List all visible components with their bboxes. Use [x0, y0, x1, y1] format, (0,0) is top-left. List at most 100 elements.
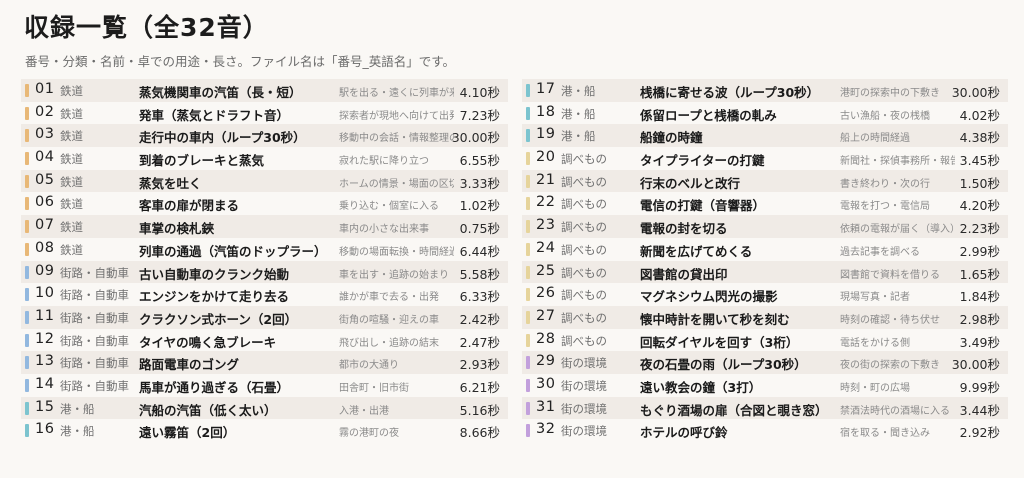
- track-length: 30.00秒: [951, 357, 1000, 373]
- track-number: 13: [35, 353, 55, 370]
- track-row: 26 調べもの マグネシウム閃光の撮影 現場写真・記者 1.84秒: [522, 283, 1008, 306]
- track-length: 2.99秒: [959, 243, 1000, 259]
- track-length: 7.23秒: [459, 107, 500, 123]
- track-length: 9.99秒: [959, 379, 1000, 395]
- track-length: 4.02秒: [959, 107, 1000, 123]
- track-name: タイヤの鳴く急ブレーキ: [139, 334, 277, 350]
- track-category: 街路・自動車: [60, 378, 129, 393]
- category-color-marker: [526, 378, 530, 392]
- track-use: 過去記事を調べる: [840, 246, 920, 258]
- category-color-marker: [25, 356, 29, 370]
- track-use: 港町の探索中の下敷き: [840, 88, 940, 99]
- track-category: 調べもの: [561, 197, 607, 212]
- track-category: 街路・自動車: [60, 288, 129, 303]
- track-name: 客車の扉が閉まる: [139, 198, 240, 214]
- track-category: 街路・自動車: [60, 356, 129, 371]
- category-color-marker: [526, 152, 530, 166]
- track-number: 15: [35, 398, 55, 415]
- track-number: 06: [35, 194, 55, 211]
- track-use: 電話をかける側: [840, 337, 910, 349]
- track-category: 港・船: [561, 106, 596, 121]
- track-column-right: 17 港・船 桟橋に寄せる波（ループ30秒） 港町の探索中の下敷き 30.00秒 18 港・…: [522, 79, 1008, 442]
- track-length: 2.92秒: [959, 425, 1000, 441]
- track-category: 街路・自動車: [60, 265, 129, 280]
- category-color-marker: [25, 197, 29, 211]
- track-length: 5.16秒: [459, 402, 500, 418]
- track-row: 03 鉄道 走行中の車内（ループ30秒） 移動中の会話・情報整理の 30.00秒: [21, 124, 508, 148]
- track-use: 依頼の電報が届く（導入）: [840, 224, 955, 236]
- track-category: 調べもの: [561, 333, 607, 348]
- track-use: 電報を打つ・電信局: [840, 201, 930, 213]
- category-color-marker: [25, 174, 29, 188]
- category-color-marker: [526, 288, 530, 302]
- track-number: 23: [536, 217, 556, 234]
- track-row: 25 調べもの 図書館の貸出印 図書館で資料を借りる 1.65秒: [522, 260, 1008, 284]
- track-length: 6.33秒: [459, 289, 500, 305]
- track-use: 新聞社・探偵事務所・報告: [840, 156, 955, 168]
- track-length: 3.44秒: [959, 402, 1000, 418]
- track-number: 09: [35, 262, 55, 279]
- category-color-marker: [526, 220, 530, 234]
- track-length: 2.98秒: [959, 311, 1000, 327]
- track-use: 書き終わり・次の行: [840, 178, 930, 190]
- track-category: 鉄道: [60, 242, 83, 257]
- track-name: 電報の封を切る: [640, 221, 728, 237]
- track-length: 30.00秒: [451, 130, 500, 146]
- track-use: 入港・出港: [339, 405, 389, 417]
- track-name: タイプライターの打鍵: [640, 153, 765, 169]
- category-color-marker: [526, 333, 530, 347]
- track-name: 電信の打鍵（音響器）: [640, 198, 766, 214]
- track-length: 5.58秒: [459, 266, 500, 282]
- category-color-marker: [25, 333, 29, 347]
- track-use: 寂れた駅に降り立つ: [339, 156, 429, 168]
- track-category: 街の環境: [561, 401, 607, 416]
- track-category: 鉄道: [60, 197, 83, 212]
- track-row: 28 調べもの 回転ダイヤルを回す（3桁） 電話をかける側 3.49秒: [522, 329, 1008, 352]
- track-length: 6.21秒: [459, 379, 500, 395]
- track-use: 時刻の確認・待ち伏せ: [840, 314, 940, 326]
- track-category: 街路・自動車: [60, 310, 129, 325]
- track-use: 現場写真・記者: [840, 292, 910, 304]
- category-color-marker: [526, 197, 530, 211]
- track-number: 05: [35, 171, 55, 188]
- track-category: 調べもの: [561, 242, 607, 257]
- track-length: 1.50秒: [959, 175, 1000, 191]
- track-category: 調べもの: [561, 310, 607, 325]
- track-category: 調べもの: [561, 265, 607, 280]
- track-name: 懐中時計を開いて秒を刻む: [640, 311, 790, 327]
- track-use: 飛び出し・追跡の結末: [339, 337, 439, 349]
- track-row: 07 鉄道 車掌の検札鋏 車内の小さな出来事 0.75秒: [21, 215, 508, 238]
- category-color-marker: [25, 242, 29, 256]
- track-number: 17: [536, 81, 556, 97]
- track-name: 夜の石畳の雨（ループ30秒）: [640, 357, 807, 373]
- track-name: 馬車が通り過ぎる（石畳）: [139, 379, 290, 395]
- category-color-marker: [526, 174, 530, 188]
- track-number: 21: [536, 171, 556, 188]
- track-use: 誰かが車で去る・出発: [339, 292, 439, 304]
- category-color-marker: [25, 106, 29, 120]
- track-length: 1.65秒: [959, 266, 1000, 282]
- track-row: 23 調べもの 電報の封を切る 依頼の電報が届く（導入） 2.23秒: [522, 215, 1008, 238]
- track-name: 列車の通過（汽笛のドップラー）: [139, 243, 327, 259]
- category-color-marker: [25, 424, 29, 438]
- track-row: 13 街路・自動車 路面電車のゴング 都市の大通り 2.93秒: [21, 351, 508, 374]
- track-name: クラクソン式ホーン（2回）: [139, 311, 298, 327]
- track-category: 鉄道: [60, 84, 83, 98]
- track-category: 街の環境: [561, 378, 607, 393]
- track-number: 22: [536, 194, 556, 211]
- track-column-left: 01 鉄道 蒸気機関車の汽笛（長・短） 駅を出る・遠くに列車が来 4.10秒 02 鉄道 発車…: [21, 79, 508, 442]
- track-use: 船上の時間経過: [840, 133, 910, 145]
- track-row: 27 調べもの 懐中時計を開いて秒を刻む 時刻の確認・待ち伏せ 2.98秒: [522, 305, 1008, 329]
- track-number: 27: [536, 307, 556, 324]
- track-row: 18 港・船 係留ロープと桟橋の軋み 古い漁船・夜の桟橋 4.02秒: [522, 102, 1008, 125]
- track-category: 鉄道: [60, 106, 83, 121]
- track-name: 車掌の検札鋏: [139, 221, 215, 237]
- track-name: 新聞を広げてめくる: [640, 243, 753, 259]
- track-row: 29 街の環境 夜の石畳の雨（ループ30秒） 夜の街の探索の下敷き 30.00秒: [522, 351, 1008, 374]
- category-color-marker: [25, 288, 29, 302]
- track-row: 08 鉄道 列車の通過（汽笛のドップラー） 移動の場面転換・時間経過 6.44秒: [21, 238, 508, 261]
- track-name: 回転ダイヤルを回す（3桁）: [640, 334, 799, 350]
- track-length: 2.42秒: [459, 311, 500, 327]
- track-number: 02: [35, 103, 55, 120]
- track-name: 行末のベルと改行: [640, 175, 741, 191]
